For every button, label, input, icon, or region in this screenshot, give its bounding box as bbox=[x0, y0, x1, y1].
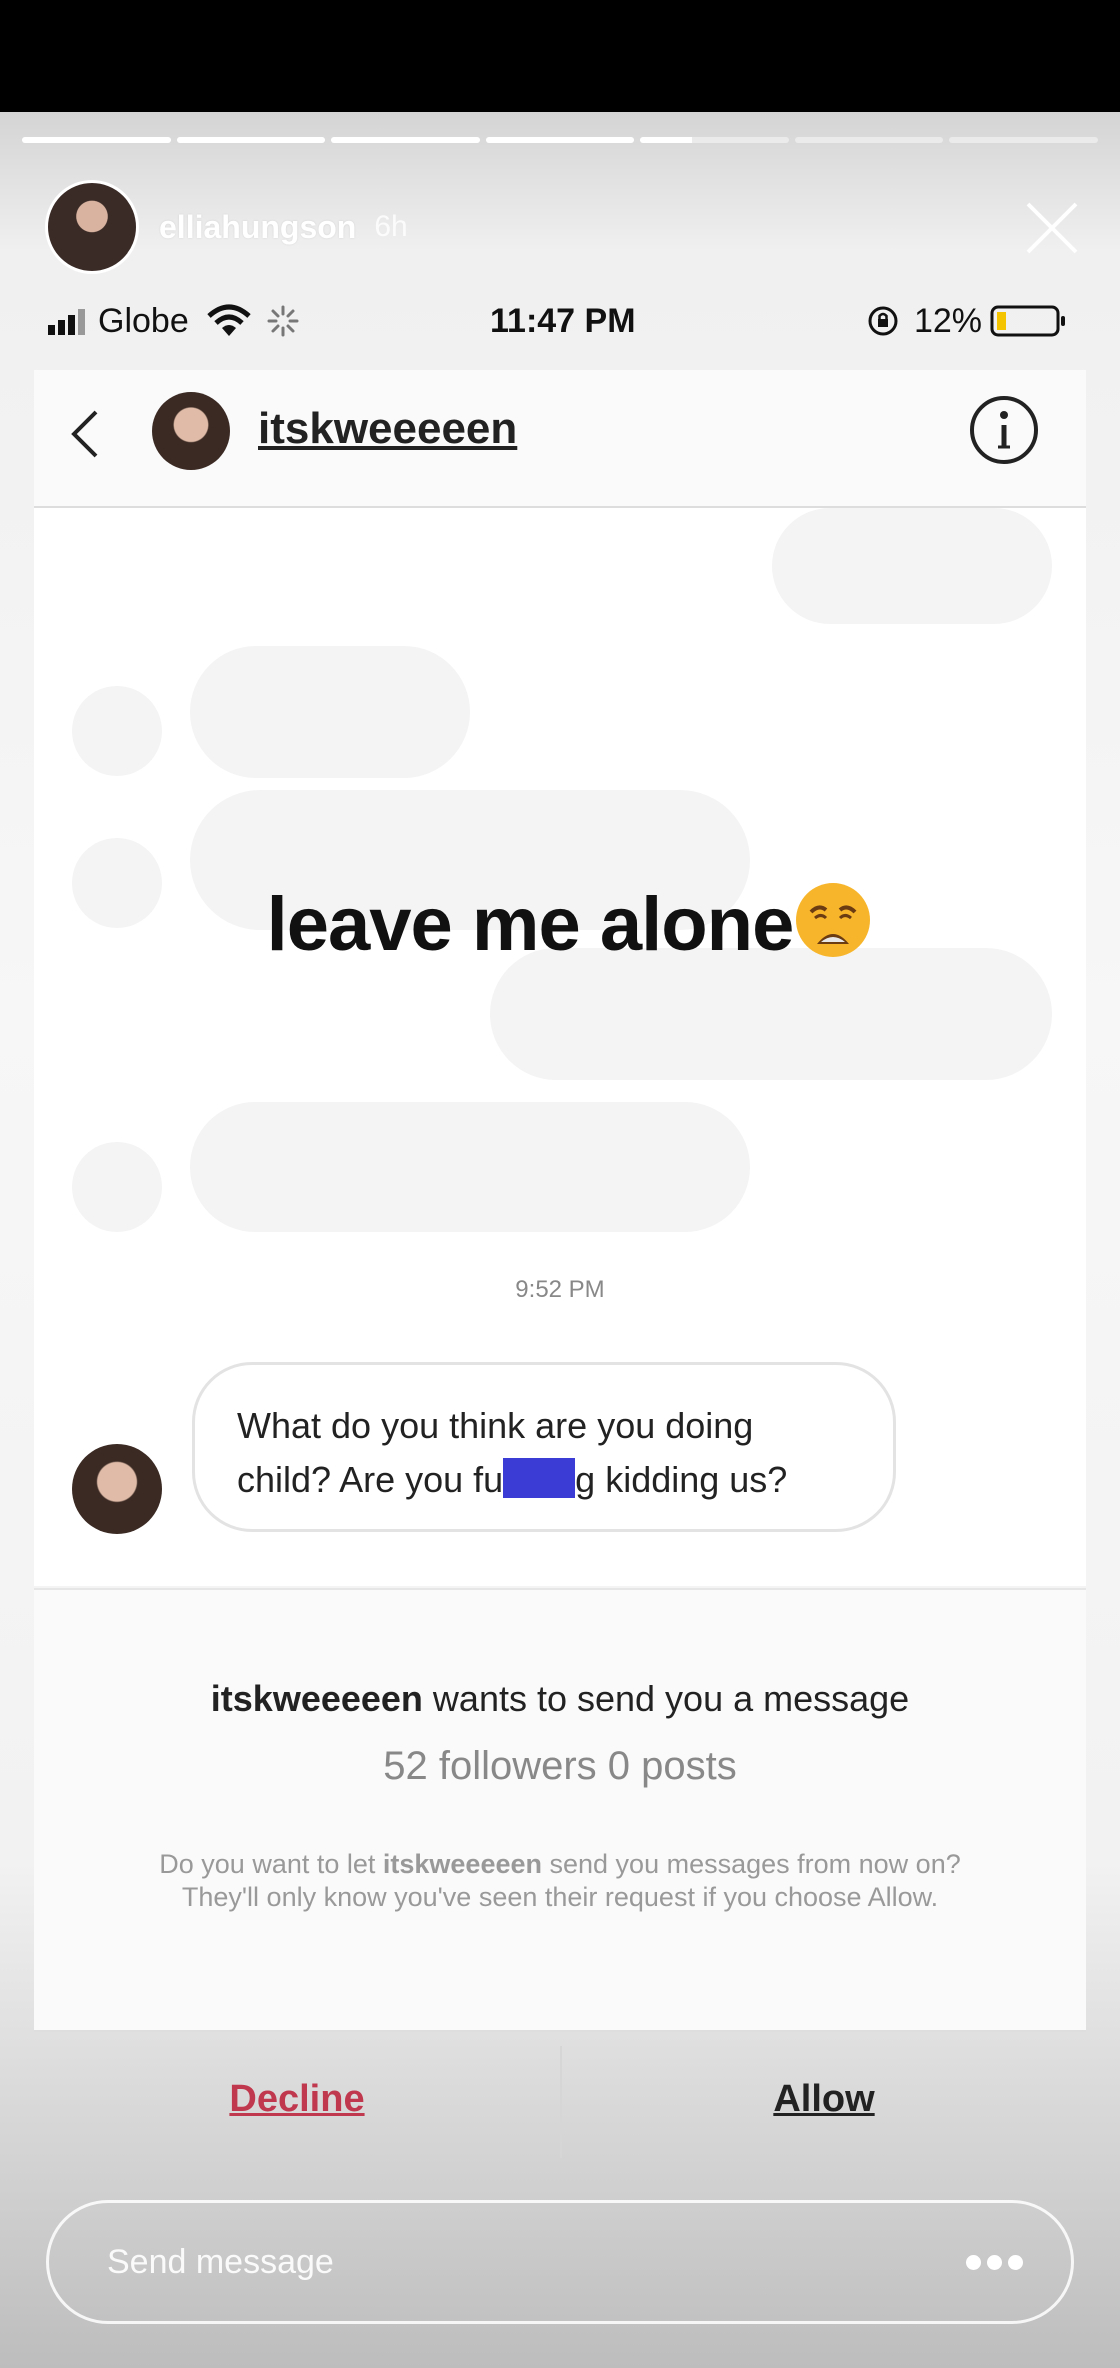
dm-header: itskweeeeen bbox=[34, 370, 1086, 508]
loading-spinner-icon bbox=[267, 305, 299, 337]
message-request-panel: itskweeeeen wants to send you a message … bbox=[34, 1588, 1086, 2030]
battery-icon bbox=[990, 305, 1065, 337]
progress-segment bbox=[949, 137, 1099, 143]
allow-button[interactable]: Allow bbox=[562, 2078, 1086, 2121]
story-username[interactable]: elliahungson bbox=[159, 209, 356, 246]
back-chevron-icon[interactable] bbox=[60, 404, 110, 464]
more-options-icon[interactable] bbox=[966, 2255, 1023, 2270]
ghost-avatar bbox=[72, 1142, 162, 1232]
progress-segment bbox=[176, 137, 326, 143]
chat-timestamp: 9:52 PM bbox=[515, 1276, 605, 1303]
story-header: elliahungson 6h bbox=[45, 180, 408, 274]
clock: 11:47 PM bbox=[490, 302, 636, 340]
request-username: itskweeeeen bbox=[210, 1678, 423, 1719]
send-message-input[interactable]: Send message bbox=[46, 2200, 1074, 2324]
message-line: child? Are you fu g kidding us? bbox=[237, 1453, 853, 1507]
wifi-icon bbox=[207, 304, 251, 336]
ghost-bubble bbox=[190, 1102, 750, 1232]
request-desc-text: Do you want to let bbox=[159, 1849, 383, 1879]
progress-segment bbox=[485, 137, 635, 143]
ghost-bubble bbox=[190, 646, 470, 778]
top-black-bar bbox=[0, 0, 1120, 112]
request-title-text: wants to send you a message bbox=[422, 1678, 910, 1719]
carrier-name: Globe bbox=[98, 301, 189, 340]
story-avatar[interactable] bbox=[45, 180, 139, 274]
send-message-placeholder: Send message bbox=[107, 2243, 334, 2281]
dm-avatar[interactable] bbox=[152, 392, 230, 470]
request-actions: Decline Allow bbox=[34, 2030, 1086, 2172]
progress-segment bbox=[794, 137, 944, 143]
battery-percent: 12% bbox=[913, 301, 982, 340]
story-time: 6h bbox=[374, 210, 408, 243]
message-text: g kidding us? bbox=[575, 1459, 788, 1500]
sender-avatar[interactable] bbox=[72, 1444, 162, 1534]
weary-face-emoji-icon bbox=[796, 883, 871, 957]
progress-segment bbox=[22, 137, 171, 143]
message-line: What do you think are you doing bbox=[237, 1405, 754, 1446]
ghost-bubble bbox=[772, 508, 1052, 624]
status-bar: Globe 11:47 PM 12% bbox=[48, 296, 1068, 346]
signal-icon bbox=[48, 309, 85, 335]
message-bubble[interactable]: What do you think are you doing child? A… bbox=[192, 1362, 896, 1532]
info-icon[interactable] bbox=[968, 394, 1040, 466]
ghost-avatar bbox=[72, 838, 162, 928]
progress-segment bbox=[331, 137, 480, 143]
censor-block bbox=[503, 1458, 576, 1498]
ghost-avatar bbox=[72, 686, 162, 776]
decline-button[interactable]: Decline bbox=[34, 2078, 560, 2121]
request-description: Do you want to let itskweeeeen send you … bbox=[124, 1848, 996, 1914]
request-stats: 52 followers 0 posts bbox=[383, 1744, 737, 1788]
close-icon[interactable] bbox=[1022, 198, 1082, 258]
overlay-caption: leave me alone bbox=[220, 880, 920, 968]
dm-username[interactable]: itskweeeeen bbox=[258, 404, 517, 454]
story-progress bbox=[22, 137, 1099, 143]
request-title: itskweeeeen wants to send you a message bbox=[34, 1678, 1086, 1720]
orientation-lock-icon bbox=[868, 306, 898, 336]
overlay-text: leave me alone bbox=[266, 882, 795, 967]
message-text: child? Are you fu bbox=[237, 1459, 504, 1500]
progress-segment bbox=[640, 137, 789, 143]
request-desc-username: itskweeeeen bbox=[382, 1849, 542, 1879]
